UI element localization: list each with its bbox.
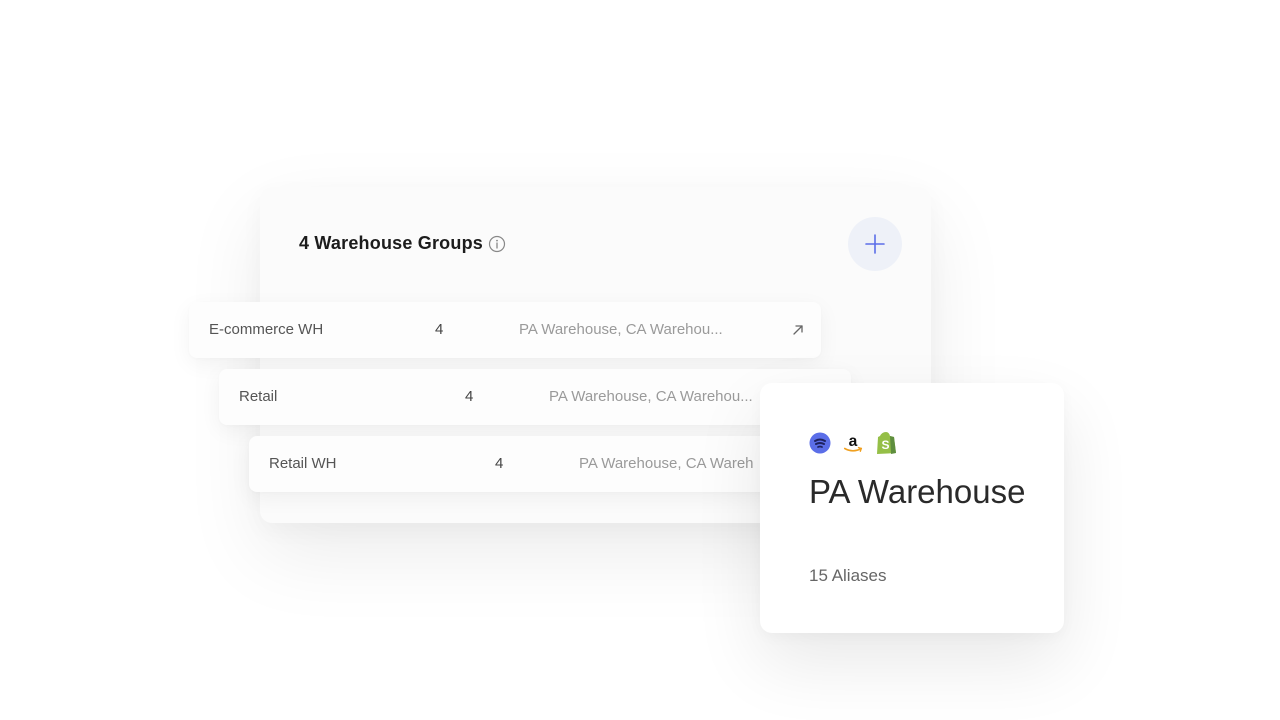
warehouse-title: PA Warehouse [809, 473, 1026, 510]
table-row[interactable]: E-commerce WH 4 PA Warehouse, CA Warehou… [189, 302, 821, 358]
group-count: 4 [465, 388, 474, 405]
group-name: Retail [239, 388, 278, 405]
svg-text:S: S [881, 438, 889, 452]
panel-title: 4 Warehouse Groups [299, 233, 483, 253]
svg-text:a: a [849, 433, 858, 450]
plus-icon [865, 234, 885, 254]
shopify-logo: S [875, 432, 897, 454]
group-name: Retail WH [269, 455, 337, 472]
warehouse-card[interactable]: a S PA Warehouse 15 Aliases [760, 383, 1064, 633]
amazon-logo: a [842, 432, 864, 454]
channel-logos: a S [809, 431, 908, 455]
arrow-up-right-icon[interactable] [791, 323, 805, 337]
group-warehouses: PA Warehouse, CA Warehou... [519, 321, 723, 338]
add-group-button[interactable] [848, 217, 902, 271]
table-row[interactable]: Retail 4 PA Warehouse, CA Warehou... [219, 369, 851, 425]
warehouse-aliases: 15 Aliases [809, 566, 887, 585]
group-name: E-commerce WH [209, 321, 324, 338]
group-count: 4 [495, 455, 504, 472]
blue-circle-logo [809, 432, 831, 454]
group-count: 4 [435, 321, 444, 338]
group-warehouses: PA Warehouse, CA Warehou... [549, 388, 753, 405]
stage: 4 Warehouse Groups E-commerce WH 4 PA Wa… [0, 0, 1280, 720]
info-icon[interactable] [488, 235, 506, 253]
